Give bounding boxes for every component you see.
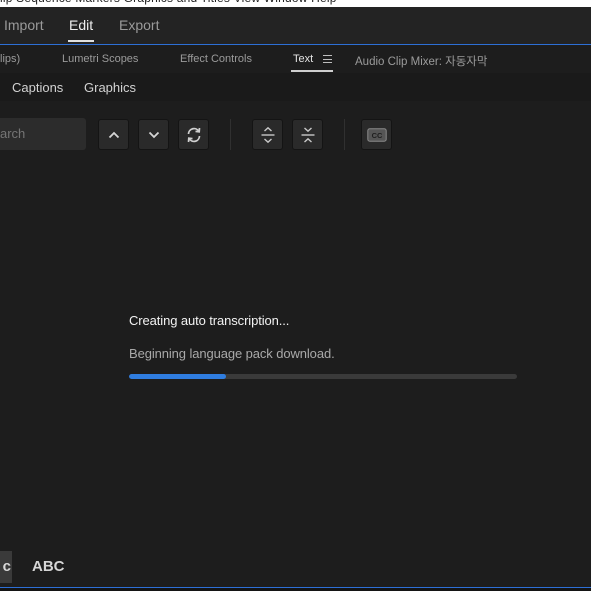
search-input[interactable] — [0, 118, 86, 150]
next-caption-button[interactable] — [138, 119, 169, 150]
active-tab-indicator — [291, 70, 333, 72]
refresh-button[interactable] — [178, 119, 209, 150]
tab-clips[interactable]: lips) — [0, 53, 20, 65]
collapse-button[interactable] — [292, 119, 323, 150]
toolbar-divider — [344, 119, 345, 150]
uppercase-button[interactable]: ABC — [32, 558, 65, 575]
panel-menu-icon[interactable] — [323, 55, 332, 63]
cc-label: CC — [371, 131, 382, 140]
panel-tab-bar: lips) Lumetri Scopes Effect Controls Tex… — [0, 45, 591, 73]
progress-fill — [129, 374, 226, 379]
closed-captions-icon: CC — [366, 127, 387, 142]
expand-icon — [261, 126, 274, 143]
subtab-captions[interactable]: Captions — [12, 80, 63, 95]
toolbar-divider — [230, 119, 231, 150]
subtab-graphics[interactable]: Graphics — [84, 80, 136, 95]
workspace-bar: Import Edit Export — [0, 7, 591, 45]
workspace-tab-export[interactable]: Export — [119, 17, 159, 33]
collapse-icon — [301, 126, 314, 143]
tab-text[interactable]: Text — [293, 53, 313, 65]
os-menubar: lip Sequence Markers Graphics and Titles… — [0, 0, 591, 7]
expand-button[interactable] — [252, 119, 283, 150]
transcription-status-message: Beginning language pack download. — [129, 346, 335, 361]
workspace-tab-import[interactable]: Import — [4, 17, 44, 33]
menubar-text: lip Sequence Markers Graphics and Titles… — [0, 0, 337, 5]
transcription-progress-bar — [129, 374, 517, 379]
text-panel-subtabs: Captions Graphics — [0, 73, 591, 101]
tab-audio-clip-mixer[interactable]: Audio Clip Mixer: 자동자막 — [355, 53, 487, 69]
tab-lumetri-scopes[interactable]: Lumetri Scopes — [62, 53, 138, 65]
transcription-status-title: Creating auto transcription... — [129, 313, 290, 328]
chevron-up-icon — [108, 131, 119, 138]
lowercase-button[interactable]: c — [0, 551, 12, 583]
refresh-icon — [187, 127, 200, 142]
chevron-down-icon — [148, 131, 159, 138]
tab-effect-controls[interactable]: Effect Controls — [180, 53, 252, 65]
workspace-tab-edit[interactable]: Edit — [69, 17, 93, 33]
closed-captions-button[interactable]: CC — [361, 119, 392, 150]
active-workspace-indicator — [68, 40, 94, 42]
previous-caption-button[interactable] — [98, 119, 129, 150]
